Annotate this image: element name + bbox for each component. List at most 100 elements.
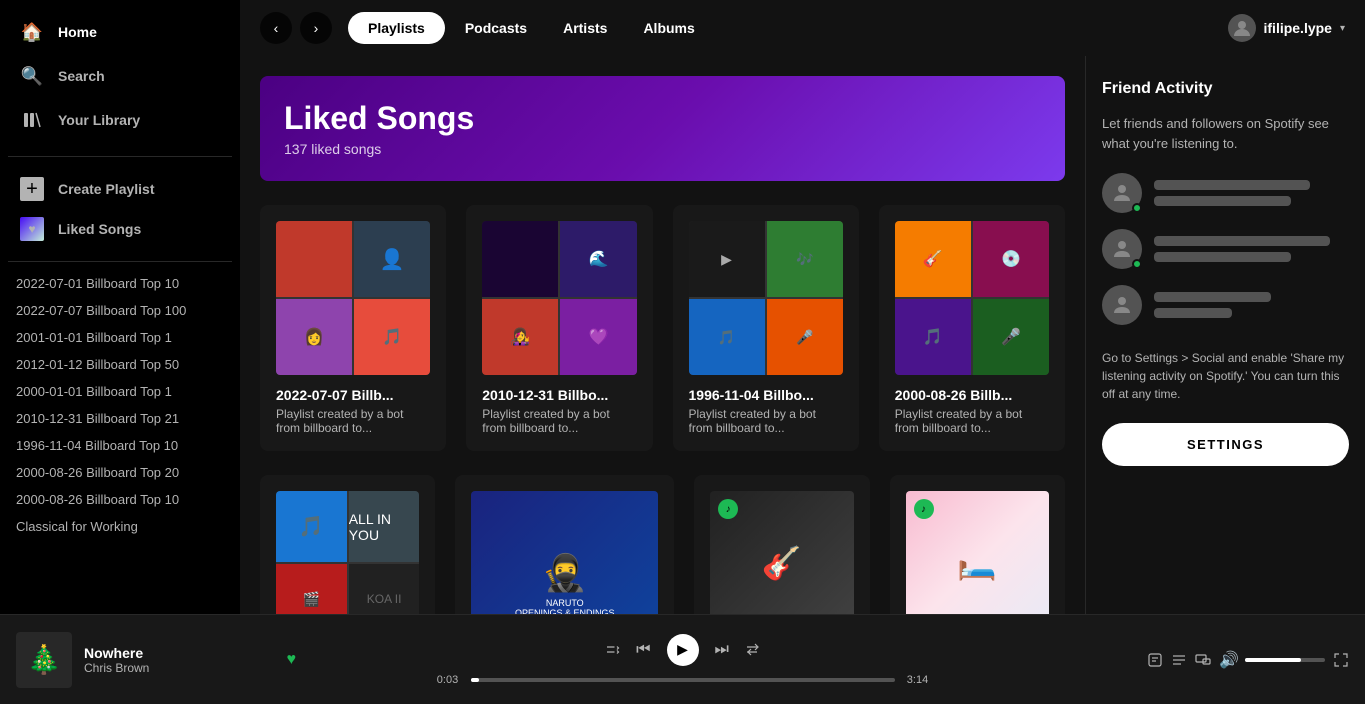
sidebar-divider-2 [8,261,232,262]
sidebar-item-library[interactable]: Your Library [8,98,232,142]
friend-avatar-wrap [1102,229,1142,269]
playlist-card-desc: Playlist created by a bot from billboard… [482,407,636,435]
playlist-grid-2: 🎵 ALL IN YOU 🎬 KOA II Playlist 🥷 NARUTOO… [260,475,1065,614]
playlist-card[interactable]: 🎸 ♪ Metal Mix [694,475,869,614]
playlist-card-title: 2022-07-07 Billb... [276,387,430,403]
library-item[interactable]: 2000-01-01 Billboard Top 1 [0,378,240,405]
friend-item [1102,229,1349,269]
library-icon [20,108,44,132]
friend-activity-panel: Friend Activity Let friends and follower… [1085,56,1365,614]
lyrics-button[interactable] [1147,652,1163,668]
playlist-card-image: 🎵 ALL IN YOU 🎬 KOA II [276,491,419,614]
playlist-card[interactable]: 🛏️ ♪ Daily Mix 2 [890,475,1065,614]
spotify-badge: ♪ [914,499,934,519]
library-item[interactable]: 2022-07-07 Billboard Top 100 [0,297,240,324]
library-item[interactable]: 2000-08-26 Billboard Top 20 [0,459,240,486]
nav-forward-button[interactable]: › [300,12,332,44]
player-track-info: 🎄 Nowhere Chris Brown ♥ [16,632,296,688]
devices-button[interactable] [1195,652,1211,668]
playlist-card-title: 1996-11-04 Billbo... [689,387,843,403]
sidebar-library: 2022-07-01 Billboard Top 10 2022-07-07 B… [0,266,240,614]
sidebar-nav: 🏠 Home 🔍 Search Your Library [0,0,240,152]
player-bar: 🎄 Nowhere Chris Brown ♥ ⏮ ▶ ⏭ 0:03 [0,614,1365,704]
friend-status-dot [1132,203,1142,213]
create-playlist-label: Create Playlist [58,181,155,197]
chevron-down-icon: ▾ [1340,23,1345,34]
shuffle-button[interactable] [604,642,620,658]
liked-songs-banner[interactable]: Liked Songs 137 liked songs [260,76,1065,181]
player-track-text: Nowhere Chris Brown [84,645,275,675]
sidebar-item-search[interactable]: 🔍 Search [8,54,232,98]
fullscreen-button[interactable] [1333,652,1349,668]
volume-bar[interactable] [1245,658,1325,662]
tab-albums[interactable]: Albums [627,12,710,44]
previous-button[interactable]: ⏮ [636,641,650,659]
library-item[interactable]: 2022-07-01 Billboard Top 10 [0,270,240,297]
friend-info-line [1154,252,1291,262]
repeat-button[interactable] [745,642,761,658]
playlist-card[interactable]: 👤 👩 🎵 2022-07-07 Billb... Playlist creat… [260,205,446,451]
nav-back-button[interactable]: ‹ [260,12,292,44]
friend-info-lines [1154,292,1349,318]
playlist-card[interactable]: ▶ 🎶 🎵 🎤 1996-11-04 Billbo... Playlist cr… [673,205,859,451]
create-playlist-icon: + [20,177,44,201]
sidebar-item-label: Home [58,24,97,40]
tab-artists[interactable]: Artists [547,12,623,44]
like-icon[interactable]: ♥ [287,651,297,669]
library-item[interactable]: 2010-12-31 Billboard Top 21 [0,405,240,432]
user-name[interactable]: ifilipe.lype [1264,20,1332,36]
progress-bar-fill [471,678,479,682]
queue-button[interactable] [1171,652,1187,668]
friend-info-line [1154,308,1232,318]
playlist-card[interactable]: 🌊 👩‍🎤 💜 2010-12-31 Billbo... Playlist cr… [466,205,652,451]
liked-songs-info: Liked Songs 137 liked songs [284,100,474,157]
library-item[interactable]: 1996-11-04 Billboard Top 10 [0,432,240,459]
friend-info-lines [1154,180,1349,206]
sidebar-actions: + Create Playlist ♥ Liked Songs [0,161,240,257]
friend-info-lines [1154,236,1349,262]
sidebar-item-label: Search [58,68,105,84]
next-button[interactable]: ⏭ [715,641,729,659]
nav-arrows: ‹ › [260,12,332,44]
liked-songs-count: 137 liked songs [284,141,474,157]
volume-control: 🔊 [1219,650,1325,670]
sidebar: 🏠 Home 🔍 Search Your Library [0,0,240,614]
time-current: 0:03 [433,674,463,686]
content-area: Liked Songs 137 liked songs 👤 👩 🎵 [240,56,1365,614]
friend-info-line [1154,196,1291,206]
create-playlist-item[interactable]: + Create Playlist [8,169,232,209]
settings-button[interactable]: SETTINGS [1102,423,1349,466]
friend-activity-extra: Go to Settings > Social and enable 'Shar… [1102,349,1349,403]
top-bar: ‹ › Playlists Podcasts Artists Albums if… [240,0,1365,56]
friend-activity-desc: Let friends and followers on Spotify see… [1102,114,1349,153]
sidebar-item-home[interactable]: 🏠 Home [8,10,232,54]
sidebar-divider [8,156,232,157]
playlist-card-image: 🎸 💿 🎵 🎤 [895,221,1049,375]
tab-playlists[interactable]: Playlists [348,12,445,44]
playlist-card[interactable]: 🎸 💿 🎵 🎤 2000-08-26 Billb... Playlist cre… [879,205,1065,451]
liked-songs-item[interactable]: ♥ Liked Songs [8,209,232,249]
friend-avatar-wrap [1102,285,1142,325]
liked-songs-title: Liked Songs [284,100,474,137]
player-track-name: Nowhere [84,645,275,661]
playlist-card[interactable]: 🎵 ALL IN YOU 🎬 KOA II Playlist [260,475,435,614]
playlist-card[interactable]: 🥷 NARUTOOPENINGS & ENDINGS Naruto Openin… [455,475,674,614]
friend-avatar [1102,285,1142,325]
progress-bar[interactable] [471,678,895,682]
player-right-controls: 🔊 [1069,650,1349,670]
library-item[interactable]: 2001-01-01 Billboard Top 1 [0,324,240,351]
player-controls: ⏮ ▶ ⏭ 0:03 3:14 [296,634,1069,686]
library-item[interactable]: 2000-08-26 Billboard Top 10 [0,486,240,513]
library-item[interactable]: Classical for Working [0,513,240,540]
time-total: 3:14 [903,674,933,686]
liked-songs-icon: ♥ [20,217,44,241]
avatar [1228,14,1256,42]
volume-icon[interactable]: 🔊 [1219,650,1239,670]
playlist-card-desc: Playlist created by a bot from billboard… [689,407,843,435]
playlist-grid-1: 👤 👩 🎵 2022-07-07 Billb... Playlist creat… [260,205,1065,451]
tab-podcasts[interactable]: Podcasts [449,12,543,44]
play-pause-button[interactable]: ▶ [667,634,699,666]
library-item[interactable]: 2012-01-12 Billboard Top 50 [0,351,240,378]
playlist-card-title: 2010-12-31 Billbo... [482,387,636,403]
player-buttons: ⏮ ▶ ⏭ [604,634,761,666]
